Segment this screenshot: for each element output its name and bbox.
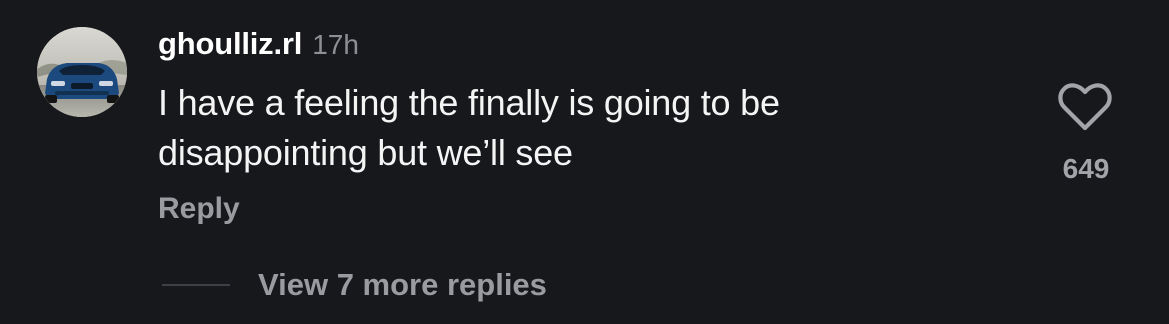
- avatar[interactable]: [37, 27, 127, 117]
- like-button[interactable]: [1057, 82, 1113, 132]
- heart-outline-icon: [1058, 83, 1112, 131]
- comment-card: ghoulliz.rl 17h I have a feeling the fin…: [0, 0, 1169, 324]
- like-count: 649: [1062, 153, 1110, 184]
- replies-divider: [162, 284, 230, 286]
- view-more-replies[interactable]: View 7 more replies: [162, 262, 547, 308]
- reply-button[interactable]: Reply: [158, 192, 240, 226]
- car-photo-avatar: [37, 27, 127, 117]
- comment-text: I have a feeling the finally is going to…: [158, 82, 780, 173]
- view-replies-label: View 7 more replies: [258, 267, 547, 302]
- timestamp: 17h: [312, 29, 359, 60]
- comment-header: ghoulliz.rl 17h: [158, 26, 359, 66]
- username[interactable]: ghoulliz.rl: [158, 26, 302, 62]
